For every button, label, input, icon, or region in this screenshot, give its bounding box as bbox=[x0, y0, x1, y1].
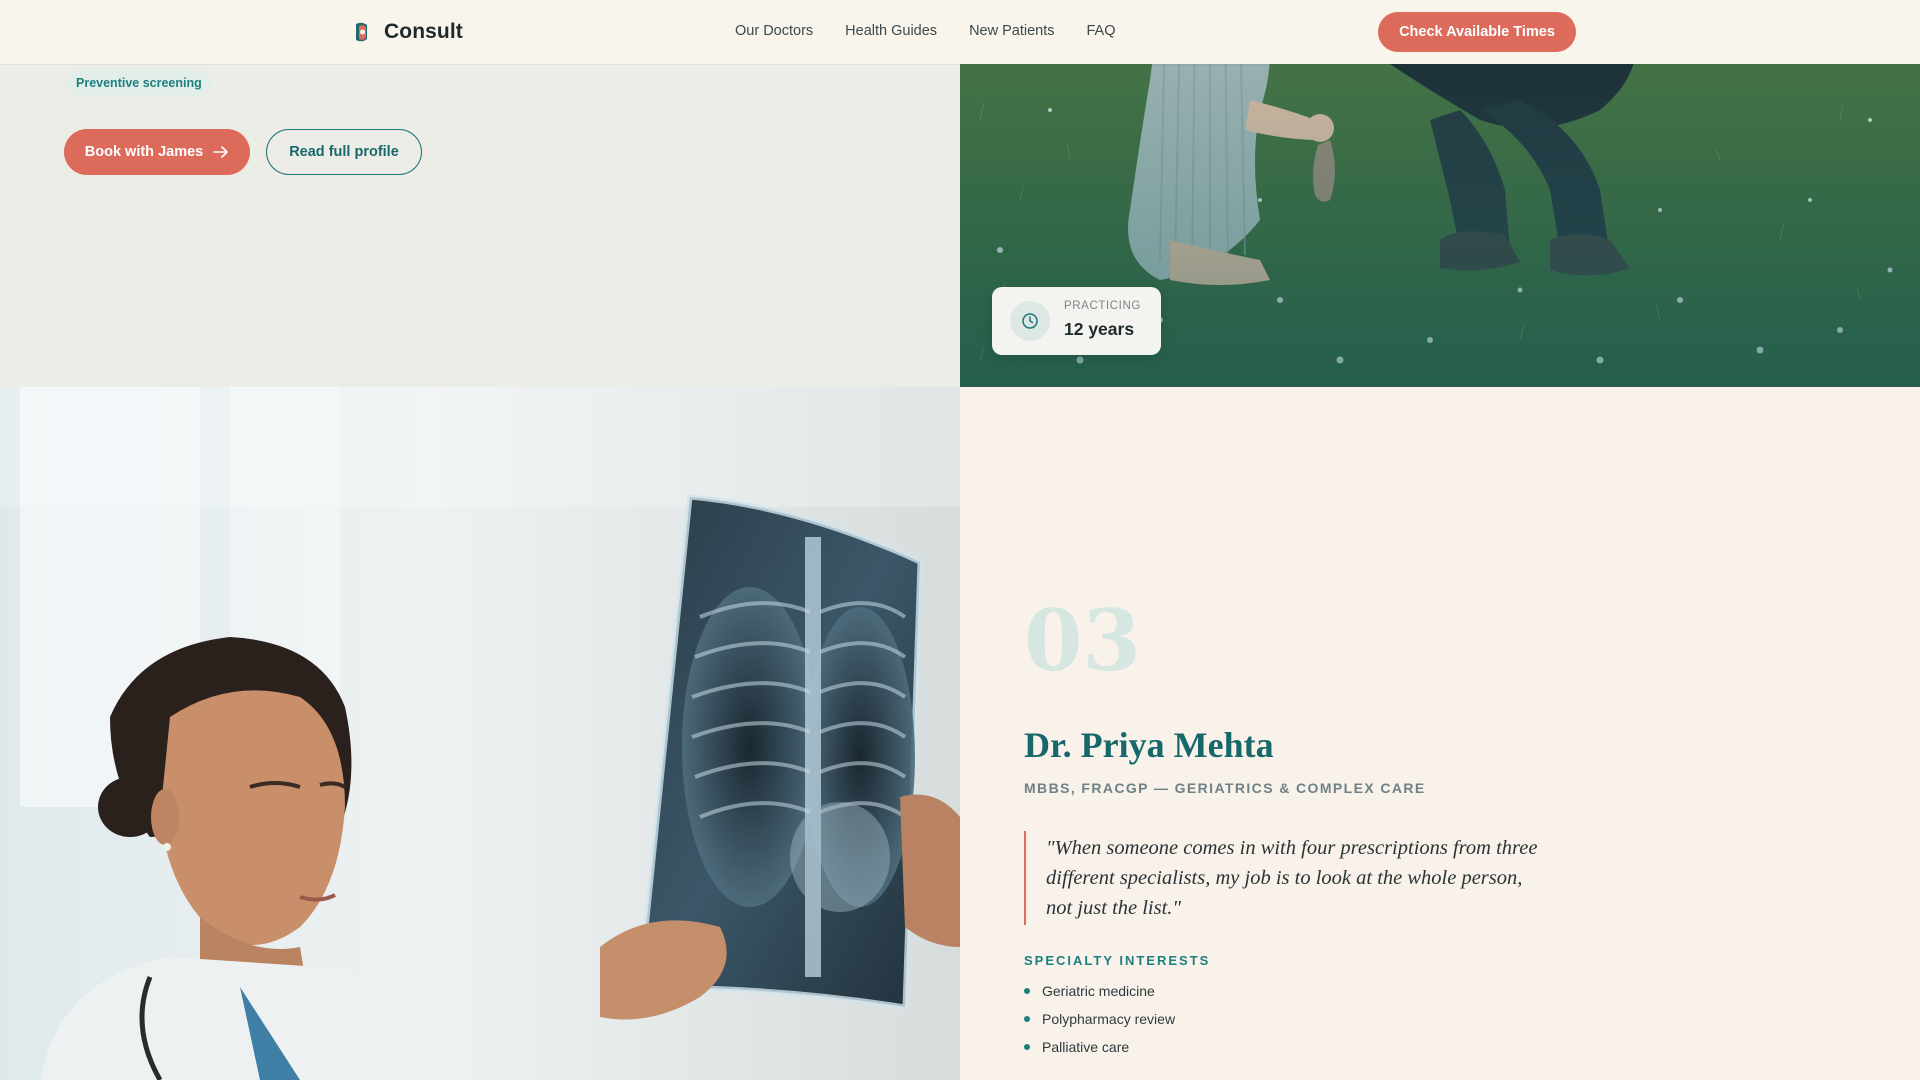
nav-faq[interactable]: FAQ bbox=[1087, 23, 1116, 39]
stat-icon-circle bbox=[1010, 301, 1050, 341]
nav-new-patients[interactable]: New Patients bbox=[969, 23, 1054, 39]
experience-stat-card: PRACTICING 12 years bbox=[992, 287, 1161, 355]
book-button-label: Book with James bbox=[84, 144, 204, 160]
check-available-times-button[interactable]: Check Available Times bbox=[1378, 12, 1576, 52]
profile-number: 03 bbox=[1024, 591, 1141, 690]
clock-icon bbox=[1022, 313, 1038, 329]
doctor-name: Dr. Priya Mehta bbox=[1024, 725, 1274, 765]
arrow-right-icon bbox=[213, 146, 229, 158]
specialty-heading: SPECIALTY INTERESTS bbox=[1024, 953, 1211, 968]
read-full-profile-button[interactable]: Read full profile bbox=[266, 129, 422, 175]
doctor-xray-photo bbox=[0, 387, 960, 1080]
book-with-james-button[interactable]: Book with James bbox=[64, 129, 250, 175]
specialty-item: Geriatric medicine bbox=[1024, 977, 1175, 1005]
nav-our-doctors[interactable]: Our Doctors bbox=[735, 23, 813, 39]
nav-health-guides[interactable]: Health Guides bbox=[845, 23, 937, 39]
doctor-profile-panel: 03 Dr. Priya Mehta MBBS, FRACGP — GERIAT… bbox=[960, 387, 1920, 1080]
brand-name: Consult bbox=[384, 20, 463, 43]
specialty-list: Geriatric medicine Polypharmacy review P… bbox=[1024, 977, 1175, 1061]
main-nav: Our Doctors Health Guides New Patients F… bbox=[735, 23, 1116, 39]
brand-logo[interactable]: Consult bbox=[352, 18, 463, 46]
specialty-tag: Preventive screening bbox=[66, 70, 212, 96]
specialty-item: Polypharmacy review bbox=[1024, 1005, 1175, 1033]
logo-icon bbox=[356, 22, 367, 42]
specialty-item: Palliative care bbox=[1024, 1033, 1175, 1061]
stat-value: 12 years bbox=[1064, 319, 1135, 339]
doctor-credentials: MBBS, FRACGP — GERIATRICS & COMPLEX CARE bbox=[1024, 780, 1426, 796]
site-header: Consult Our Doctors Health Guides New Pa… bbox=[0, 0, 1920, 64]
doctor-reviewing-xray-image bbox=[0, 387, 960, 1080]
stat-label: PRACTICING bbox=[1064, 300, 1141, 312]
doctor-quote: "When someone comes in with four prescri… bbox=[1024, 831, 1544, 925]
